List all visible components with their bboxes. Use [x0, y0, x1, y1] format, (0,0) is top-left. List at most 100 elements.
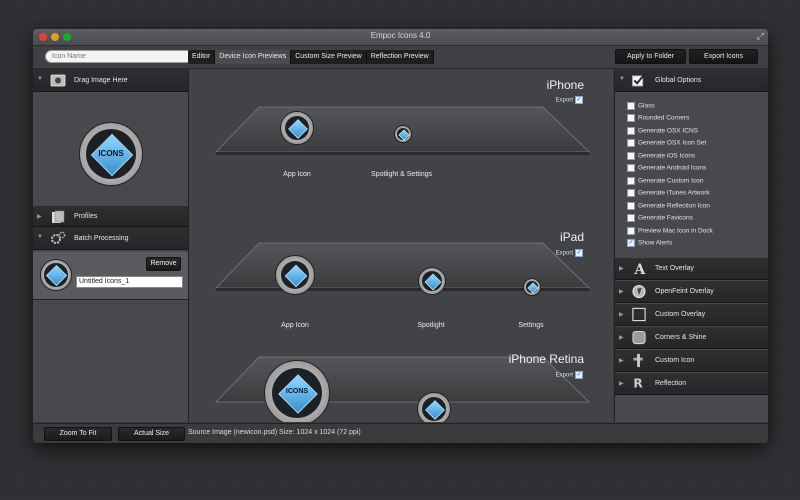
option-label: Generate iOS Icons: [638, 152, 696, 160]
expand-arrow-icon[interactable]: ▶: [619, 334, 624, 341]
tab-custom-size-preview[interactable]: Custom Size Preview: [291, 50, 367, 64]
checkbox-checked[interactable]: ✓: [627, 239, 635, 247]
option-label: Generate iTunes Artwork: [638, 189, 710, 197]
option-generate-ios-icons[interactable]: Generate iOS Icons: [627, 152, 695, 160]
batch-processing-label: Batch Processing: [74, 235, 129, 242]
export-label: Export: [555, 372, 573, 379]
batch-name-field[interactable]: Untitled Icons_1: [76, 276, 183, 288]
drag-image-icon: [50, 74, 66, 87]
option-generate-custom-icon[interactable]: Generate Custom Icon: [627, 177, 703, 185]
iphone-app-icon: [280, 111, 314, 145]
export-toggle-ipad[interactable]: Export ✓: [556, 249, 583, 257]
label-app-icon: App Icon: [281, 322, 309, 329]
text-overlay-header[interactable]: ▶ A Text Overlay: [615, 258, 768, 280]
global-options-header[interactable]: ▼ Global Options: [615, 69, 768, 92]
drag-image-label: Drag Image Here: [74, 77, 128, 84]
collapse-arrow-icon[interactable]: ▼: [619, 76, 625, 82]
option-generate-itunes-artwork[interactable]: Generate iTunes Artwork: [627, 189, 710, 197]
checkbox[interactable]: [627, 189, 635, 197]
fullscreen-icon[interactable]: ⤢: [757, 32, 764, 41]
batch-item[interactable]: Remove Untitled Icons_1: [33, 252, 188, 300]
option-label: Generate Reflection Icon: [638, 202, 710, 210]
option-label: Show Alerts: [638, 239, 673, 247]
export-checkbox[interactable]: ✓: [575, 371, 583, 379]
tab-editor[interactable]: Editor: [188, 50, 216, 64]
checkbox[interactable]: [627, 127, 635, 135]
export-icons-button[interactable]: Export Icons: [689, 49, 758, 64]
option-preview-mac-icon-in-dock[interactable]: Preview Mac Icon in Dock: [627, 227, 713, 235]
title-bar: Empoc Icons 4.0 ⤢: [33, 29, 768, 46]
ipad-settings-icon: [523, 278, 541, 296]
drop-zone[interactable]: ICONS: [33, 92, 188, 205]
global-options-label: Global Options: [655, 77, 702, 84]
expand-arrow-icon[interactable]: ▶: [37, 213, 42, 220]
checkbox[interactable]: [627, 139, 635, 147]
retina-icon-text: ICONS: [285, 388, 309, 395]
option-generate-osx-icon-set[interactable]: Generate OSX Icon Set: [627, 139, 706, 147]
checkbox[interactable]: [627, 227, 635, 235]
global-options-list: Glass Rounded Corners Generate OSX ICNS …: [615, 92, 768, 255]
icon-preview-text: ICONS: [98, 149, 124, 158]
checkbox[interactable]: [627, 214, 635, 222]
option-generate-osx-icns[interactable]: Generate OSX ICNS: [627, 127, 698, 135]
expand-arrow-icon[interactable]: ▶: [619, 265, 624, 272]
retina-app-icon: ICONS: [264, 360, 330, 422]
collapse-arrow-icon[interactable]: ▼: [37, 76, 43, 82]
icon-name-search-input[interactable]: [45, 50, 193, 63]
profiles-header[interactable]: ▶ Profiles: [33, 206, 188, 227]
source-icon-preview: ICONS: [79, 122, 143, 186]
ipad-spotlight-icon: [418, 267, 446, 295]
device-title-ipad: iPad: [559, 230, 584, 244]
option-label: Generate OSX Icon Set: [638, 139, 707, 147]
drag-image-header[interactable]: ▼ Drag Image Here: [33, 69, 188, 92]
profiles-icon: [52, 210, 65, 223]
option-label: Generate Custom Icon: [638, 177, 704, 185]
custom-icon-header[interactable]: ▶ Custom Icon: [615, 350, 768, 372]
export-checkbox[interactable]: ✓: [575, 249, 583, 257]
preview-shelves: [215, 106, 590, 403]
option-generate-favicons[interactable]: Generate Favicons: [627, 214, 693, 222]
window-title: Empoc Icons 4.0: [370, 31, 431, 40]
collapse-arrow-icon[interactable]: ▼: [37, 234, 43, 240]
square-overlay-icon: [632, 307, 646, 322]
option-show-alerts[interactable]: ✓ Show Alerts: [627, 239, 672, 247]
checkbox[interactable]: [627, 177, 635, 185]
openfeint-overlay-header[interactable]: ▶ OpenFeint Overlay: [615, 281, 768, 303]
option-label: Preview Mac Icon in Dock: [638, 227, 713, 235]
actual-size-button[interactable]: Actual Size: [118, 427, 185, 441]
zoom-to-fit-button[interactable]: Zoom To Fit: [44, 427, 112, 441]
option-glass[interactable]: Glass: [627, 102, 655, 110]
expand-arrow-icon[interactable]: ▶: [619, 311, 624, 318]
checkbox[interactable]: [627, 152, 635, 160]
checkbox[interactable]: [627, 114, 635, 122]
option-label: Rounded Corners: [638, 114, 690, 122]
expand-arrow-icon[interactable]: ▶: [619, 288, 624, 295]
reflection-header[interactable]: ▶ R Reflection: [615, 373, 768, 395]
label-spotlight: Spotlight: [417, 322, 445, 329]
batch-processing-header[interactable]: ▼ Batch Processing: [33, 227, 188, 250]
expand-arrow-icon[interactable]: ▶: [619, 380, 624, 387]
apply-to-folder-button[interactable]: Apply to Folder: [615, 49, 686, 64]
corners-shine-header[interactable]: ▶ Corners & Shine: [615, 327, 768, 349]
expand-arrow-icon[interactable]: ▶: [619, 357, 624, 364]
remove-button[interactable]: Remove: [146, 257, 181, 271]
view-tabs: Editor Device Icon Previews Custom Size …: [188, 50, 434, 64]
device-title-iphone-retina: iPhone Retina: [508, 352, 584, 366]
bottom-bar: Zoom To Fit Actual Size Source Image (ne…: [33, 423, 768, 443]
custom-overlay-header[interactable]: ▶ Custom Overlay: [615, 304, 768, 326]
custom-overlay-label: Custom Overlay: [655, 311, 706, 318]
tab-device-icon-previews[interactable]: Device Icon Previews: [215, 50, 292, 64]
export-toggle-iphone-retina[interactable]: Export ✓: [556, 371, 583, 379]
checkbox[interactable]: [627, 102, 635, 110]
option-rounded-corners[interactable]: Rounded Corners: [627, 114, 689, 122]
app-window: Empoc Icons 4.0 ⤢ Editor Device Icon Pre…: [33, 29, 768, 443]
tab-reflection-preview[interactable]: Reflection Preview: [367, 50, 434, 64]
option-generate-reflection-icon[interactable]: Generate Reflection Icon: [627, 202, 710, 210]
checkbox[interactable]: [627, 164, 635, 172]
custom-icon-icon: [633, 353, 643, 368]
openfeint-overlay-label: OpenFeint Overlay: [655, 288, 714, 295]
checkbox[interactable]: [627, 202, 635, 210]
option-generate-android-icons[interactable]: Generate Android Icons: [627, 164, 706, 172]
batch-icon-thumbnail: [40, 259, 72, 291]
rounded-square-icon: [632, 330, 646, 345]
